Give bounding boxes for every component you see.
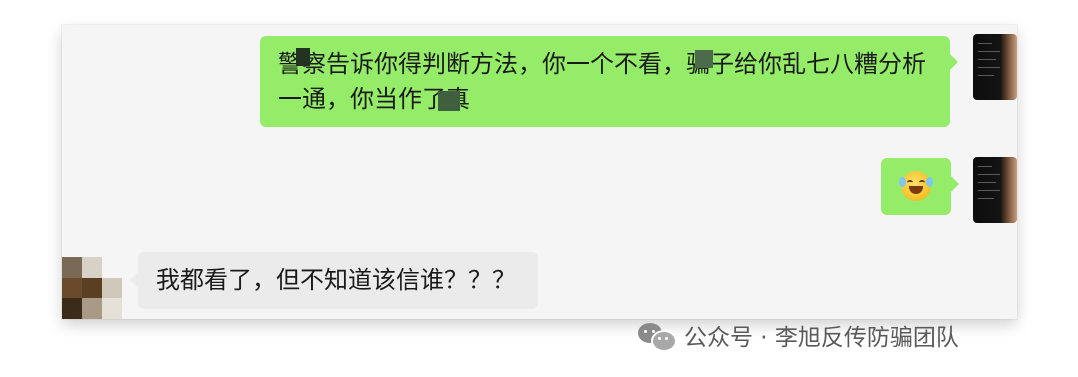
redaction-mosaic [296,48,310,66]
user-avatar[interactable] [973,34,1017,100]
watermark: 公众号 · 李旭反传防骗团队 [638,318,959,352]
outgoing-message-bubble[interactable]: 警察告诉你得判断方法，你一个不看，骗子给你乱七八糟分析 一通，你当作了真 [260,36,958,127]
face-with-tears-of-joy-icon [899,171,933,201]
message-text: 我都看了，但不知道该信谁？？？ [156,266,516,294]
message-line: 警察告诉你得判断方法，你一个不看，骗子给你乱七八糟分析 [278,50,926,78]
watermark-text: 公众号 · 李旭反传防骗团队 [684,325,959,351]
user-avatar[interactable] [973,157,1017,223]
wechat-icon [638,321,677,352]
outgoing-emoji-bubble[interactable] [881,158,959,215]
redaction-mosaic [695,50,713,68]
message-line: 一通，你当作了真 [278,85,470,113]
message-text: 警察告诉你得判断方法，你一个不看，骗子给你乱七八糟分析 一通，你当作了真 [278,47,936,117]
contact-avatar[interactable] [62,257,122,319]
redaction-mosaic [438,91,460,111]
incoming-message-bubble[interactable]: 我都看了，但不知道该信谁？？？ [130,252,538,309]
